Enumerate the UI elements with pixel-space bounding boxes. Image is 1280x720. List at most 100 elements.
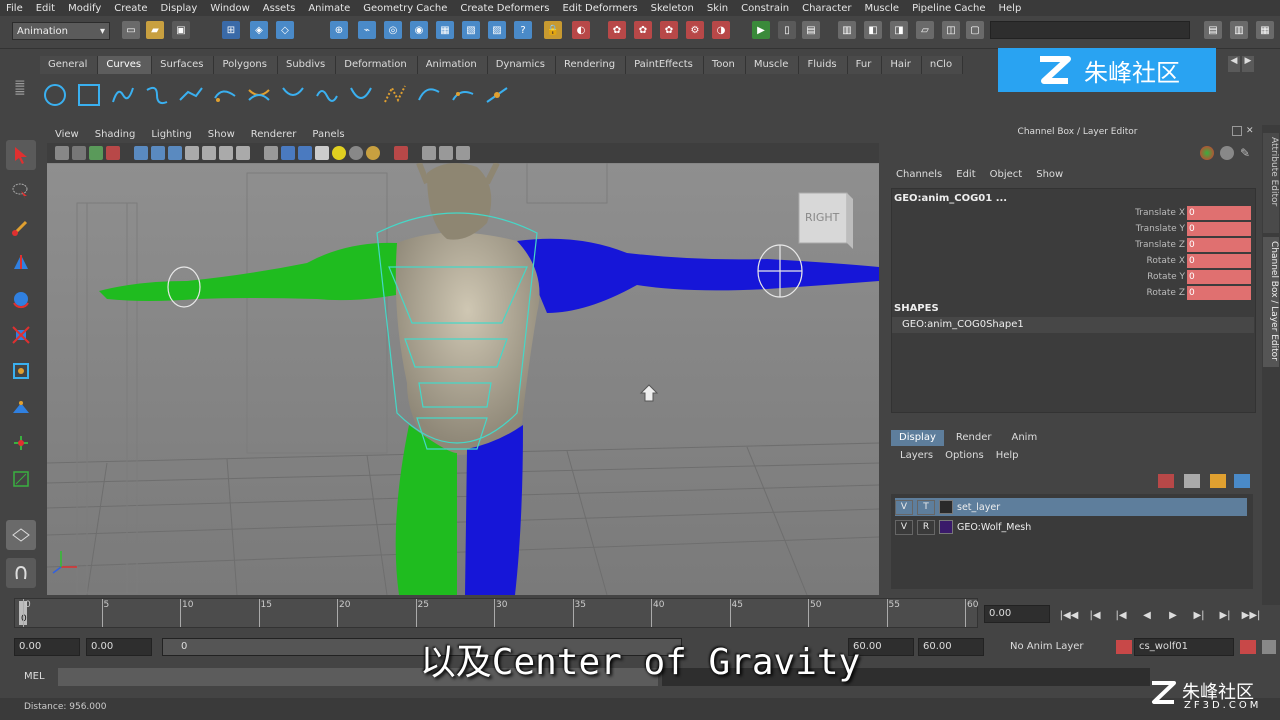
viewport-menu-show[interactable]: Show bbox=[208, 129, 235, 140]
snap-point-icon[interactable]: ◎ bbox=[384, 21, 402, 39]
menu-file[interactable]: File bbox=[6, 3, 23, 14]
shelf-menu-icon[interactable]: ≡ ≡ bbox=[14, 77, 34, 114]
render-region-icon[interactable]: ◐ bbox=[572, 21, 590, 39]
perspective-viewport[interactable]: RIGHT bbox=[47, 163, 879, 595]
layer-color-swatch[interactable] bbox=[939, 520, 953, 534]
layer-visibility-toggle[interactable]: V bbox=[895, 519, 913, 535]
layer-tab-render[interactable]: Render bbox=[948, 430, 1000, 446]
channel-menu-show[interactable]: Show bbox=[1036, 169, 1063, 180]
select-by-hierarchy-icon[interactable]: ⊞ bbox=[222, 21, 240, 39]
time-slider[interactable]: 0 051015202530354045505560 bbox=[14, 598, 978, 628]
select-by-object-icon[interactable]: ◈ bbox=[250, 21, 268, 39]
hypershade-icon[interactable]: ⚙ bbox=[686, 21, 704, 39]
outliner-icon[interactable]: ▥ bbox=[838, 21, 856, 39]
dope-sheet-icon[interactable]: ◨ bbox=[890, 21, 908, 39]
gate-mask-icon[interactable] bbox=[185, 146, 199, 160]
layer-display-type-toggle[interactable]: T bbox=[917, 499, 935, 515]
channel-row[interactable]: Translate Y0 bbox=[1136, 221, 1251, 236]
shelf-tab-deformation[interactable]: Deformation bbox=[336, 56, 418, 74]
menu-muscle[interactable]: Muscle bbox=[864, 3, 899, 14]
menu-geometry-cache[interactable]: Geometry Cache bbox=[363, 3, 447, 14]
select-tool-icon[interactable] bbox=[6, 140, 36, 170]
construction-icon[interactable]: ▨ bbox=[488, 21, 506, 39]
shelf-tab-rendering[interactable]: Rendering bbox=[556, 56, 627, 74]
render-settings-icon[interactable]: ✿ bbox=[660, 21, 678, 39]
resolution-gate-icon[interactable] bbox=[168, 146, 182, 160]
show-hide-icon[interactable]: ◫ bbox=[942, 21, 960, 39]
layer-visibility-toggle[interactable]: V bbox=[895, 499, 913, 515]
insert-knot-icon[interactable] bbox=[312, 80, 342, 110]
toggle-channel-box-icon[interactable]: ▦ bbox=[1256, 21, 1274, 39]
trax-icon[interactable]: ▱ bbox=[916, 21, 934, 39]
menu-animate[interactable]: Animate bbox=[308, 3, 350, 14]
shelf-tab-fur[interactable]: Fur bbox=[847, 56, 883, 74]
shelf-tab-curves[interactable]: Curves bbox=[98, 56, 153, 74]
high-quality-icon[interactable] bbox=[366, 146, 380, 160]
use-all-lights-icon[interactable] bbox=[332, 146, 346, 160]
layer-tab-display[interactable]: Display bbox=[891, 430, 944, 446]
shelf-tab-surfaces[interactable]: Surfaces bbox=[152, 56, 215, 74]
save-scene-icon[interactable]: ▣ bbox=[172, 21, 190, 39]
smooth-shade-icon[interactable] bbox=[281, 146, 295, 160]
viewport-menu-lighting[interactable]: Lighting bbox=[151, 129, 191, 140]
shelf-scroll-left-icon[interactable]: ◀ bbox=[1228, 56, 1240, 72]
go-to-end-icon[interactable]: ▶▶| bbox=[1240, 606, 1262, 624]
move-tool-icon[interactable] bbox=[6, 248, 36, 278]
channel-box-tab[interactable]: Channel Box / Layer Editor bbox=[1263, 237, 1279, 367]
step-forward-key-icon[interactable]: ▶| bbox=[1188, 606, 1210, 624]
textured-icon[interactable] bbox=[315, 146, 329, 160]
channel-menu-edit[interactable]: Edit bbox=[956, 169, 975, 180]
menu-edit-deformers[interactable]: Edit Deformers bbox=[562, 3, 637, 14]
rotate-tool-icon[interactable] bbox=[6, 284, 36, 314]
menu-create-deformers[interactable]: Create Deformers bbox=[460, 3, 549, 14]
shelf-tab-fluids[interactable]: Fluids bbox=[799, 56, 848, 74]
camera-select-icon[interactable] bbox=[55, 146, 69, 160]
attach-curves-icon[interactable] bbox=[244, 80, 274, 110]
channel-menu-object[interactable]: Object bbox=[990, 169, 1023, 180]
shelf-tab-polygons[interactable]: Polygons bbox=[214, 56, 278, 74]
show-manipulator-icon[interactable] bbox=[6, 428, 36, 458]
step-forward-frame-icon[interactable]: ▶| bbox=[1214, 606, 1236, 624]
layout-quick-icon[interactable] bbox=[6, 558, 36, 588]
grid-icon[interactable] bbox=[134, 146, 148, 160]
layout-single-pane-icon[interactable] bbox=[6, 520, 36, 550]
bookmark-icon[interactable] bbox=[89, 146, 103, 160]
channel-row[interactable]: Translate X0 bbox=[1135, 205, 1251, 220]
channel-row[interactable]: Rotate Z0 bbox=[1147, 285, 1251, 300]
snap-live-icon[interactable]: ▦ bbox=[436, 21, 454, 39]
layer-menu-help[interactable]: Help bbox=[996, 450, 1019, 466]
new-layer-icon[interactable] bbox=[1158, 474, 1174, 488]
extend-curve-icon[interactable] bbox=[346, 80, 376, 110]
channel-row[interactable]: Rotate Y0 bbox=[1147, 269, 1251, 284]
wireframe-icon[interactable] bbox=[264, 146, 278, 160]
isolate-select-icon[interactable] bbox=[394, 146, 408, 160]
layer-sort-icon[interactable] bbox=[1234, 474, 1250, 488]
step-back-frame-icon[interactable]: |◀ bbox=[1084, 606, 1106, 624]
help-icon[interactable]: ? bbox=[514, 21, 532, 39]
pen-icon[interactable]: ✎ bbox=[1240, 146, 1254, 160]
scale-tool-icon[interactable] bbox=[6, 320, 36, 350]
play-forwards-icon[interactable]: ▶ bbox=[1162, 606, 1184, 624]
arc-curve-icon[interactable] bbox=[210, 80, 240, 110]
toggle-attribute-editor-icon[interactable]: ▤ bbox=[1204, 21, 1222, 39]
go-to-start-icon[interactable]: |◀◀ bbox=[1058, 606, 1080, 624]
shape-name[interactable]: GEO:anim_COG0Shape1 bbox=[902, 319, 1024, 330]
new-layer-selected-icon[interactable] bbox=[1184, 474, 1200, 488]
menu-character[interactable]: Character bbox=[802, 3, 851, 14]
channel-menu-channels[interactable]: Channels bbox=[896, 169, 942, 180]
shelf-tab-muscle[interactable]: Muscle bbox=[745, 56, 800, 74]
circle-curve-icon[interactable] bbox=[40, 80, 70, 110]
menu-display[interactable]: Display bbox=[160, 3, 197, 14]
open-scene-icon[interactable]: ▰ bbox=[146, 21, 164, 39]
close-panel-icon[interactable]: ✕ bbox=[1246, 126, 1256, 136]
channel-value[interactable]: 0 bbox=[1187, 253, 1251, 268]
universal-manipulator-icon[interactable] bbox=[6, 356, 36, 386]
safe-title-icon[interactable] bbox=[236, 146, 250, 160]
attribute-editor-tab[interactable]: Attribute Editor bbox=[1263, 133, 1279, 233]
layer-row[interactable]: V R GEO:Wolf_Mesh bbox=[895, 518, 1247, 536]
history-icon[interactable]: ▧ bbox=[462, 21, 480, 39]
square-curve-icon[interactable] bbox=[74, 80, 104, 110]
channel-box-toggle-icon[interactable] bbox=[1200, 146, 1214, 160]
shelf-tab-animation[interactable]: Animation bbox=[417, 56, 488, 74]
shelf-tab-painteffects[interactable]: PaintEffects bbox=[626, 56, 704, 74]
